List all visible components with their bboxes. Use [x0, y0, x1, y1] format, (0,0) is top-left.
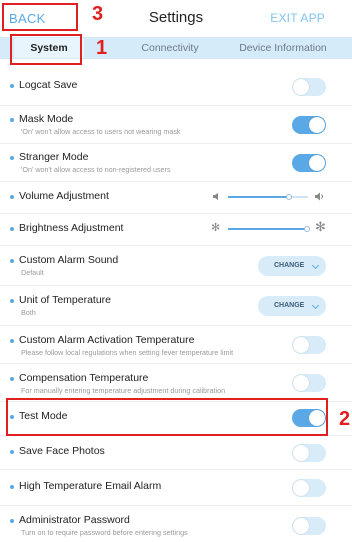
- tab-device-information[interactable]: Device Information: [228, 37, 338, 59]
- volume-slider-fill: [228, 196, 292, 198]
- toggle-knob: [309, 155, 325, 171]
- volume-slider-handle[interactable]: [286, 194, 292, 200]
- setting-description: For manually entering temperature adjust…: [21, 386, 226, 395]
- bullet-dot: [10, 485, 14, 489]
- bullet-dot: [10, 339, 14, 343]
- setting-label: Unit of Temperature: [19, 294, 112, 306]
- setting-label: Compensation Temperature: [19, 372, 149, 384]
- setting-label: High Temperature Email Alarm: [19, 480, 162, 492]
- bullet-dot: [10, 118, 14, 122]
- change-button-label: CHANGE: [274, 262, 305, 269]
- tab-connectivity[interactable]: Connectivity: [120, 37, 220, 59]
- setting-row-brightness: Brightness Adjustment ✻ ✻: [0, 214, 352, 246]
- setting-row-unit-of-temperature: Unit of Temperature Both CHANGE: [0, 286, 352, 326]
- bullet-dot: [10, 195, 14, 199]
- administrator-password-toggle[interactable]: [292, 517, 326, 535]
- change-alarm-sound-button[interactable]: CHANGE: [258, 256, 326, 276]
- setting-row-compensation-temperature: Compensation Temperature For manually en…: [0, 364, 352, 402]
- toggle-knob: [293, 79, 309, 95]
- setting-label: Stranger Mode: [19, 151, 89, 163]
- logcat-save-toggle[interactable]: [292, 78, 326, 96]
- change-button-label: CHANGE: [274, 302, 305, 309]
- compensation-temperature-toggle[interactable]: [292, 374, 326, 392]
- setting-description: Default: [21, 268, 44, 277]
- setting-label: Mask Mode: [19, 113, 74, 125]
- setting-label: Save Face Photos: [19, 445, 105, 457]
- alarm-activation-temperature-toggle[interactable]: [292, 336, 326, 354]
- setting-label: Brightness Adjustment: [19, 222, 124, 234]
- annotation-box-test-mode: [6, 398, 328, 436]
- bullet-dot: [10, 156, 14, 160]
- setting-label: Volume Adjustment: [19, 190, 109, 202]
- bullet-dot: [10, 84, 14, 88]
- setting-row-custom-alarm-sound: Custom Alarm Sound Default CHANGE: [0, 246, 352, 286]
- annotation-number-2: 2: [339, 408, 351, 430]
- brightness-slider-fill: [228, 228, 308, 230]
- speaker-high-icon: [315, 192, 323, 201]
- save-face-photos-toggle[interactable]: [292, 444, 326, 462]
- exit-app-button[interactable]: EXIT APP: [270, 11, 325, 25]
- chevron-down-icon: [311, 261, 320, 270]
- setting-description: Both: [21, 308, 36, 317]
- setting-row-stranger-mode: Stranger Mode 'On' won't allow access to…: [0, 144, 352, 182]
- sun-small-icon: ✻: [211, 222, 221, 234]
- setting-label: Logcat Save: [19, 79, 78, 91]
- setting-row-administrator-password: Administrator Password Turn on to requir…: [0, 506, 352, 542]
- setting-description: 'On' won't allow access to users not wea…: [21, 127, 181, 136]
- toggle-knob: [293, 518, 309, 534]
- setting-row-mask-mode: Mask Mode 'On' won't allow access to use…: [0, 106, 352, 144]
- sun-large-icon: ✻: [315, 219, 326, 234]
- toggle-knob: [293, 375, 309, 391]
- setting-row-save-face-photos: Save Face Photos: [0, 436, 352, 470]
- setting-label: Administrator Password: [19, 514, 130, 526]
- toggle-knob: [293, 480, 309, 496]
- chevron-down-icon: [311, 301, 320, 310]
- setting-description: 'On' won't allow access to non-registere…: [21, 165, 171, 174]
- toggle-knob: [293, 337, 309, 353]
- change-temperature-unit-button[interactable]: CHANGE: [258, 296, 326, 316]
- email-alarm-toggle[interactable]: [292, 479, 326, 497]
- setting-description: Turn on to require password before enter…: [21, 528, 188, 537]
- setting-description: Please follow local regulations when set…: [21, 348, 234, 357]
- setting-row-volume: Volume Adjustment: [0, 182, 352, 214]
- mask-mode-toggle[interactable]: [292, 116, 326, 134]
- setting-row-email-alarm: High Temperature Email Alarm: [0, 470, 352, 506]
- speaker-low-icon: [213, 193, 218, 200]
- bullet-dot: [10, 259, 14, 263]
- annotation-number-1: 1: [96, 37, 108, 59]
- stranger-mode-toggle[interactable]: [292, 154, 326, 172]
- setting-row-alarm-activation-temperature: Custom Alarm Activation Temperature Plea…: [0, 326, 352, 364]
- setting-label: Custom Alarm Activation Temperature: [19, 334, 195, 346]
- setting-row-logcat-save: Logcat Save: [0, 68, 352, 106]
- bullet-dot: [10, 227, 14, 231]
- volume-slider-rest: [292, 196, 308, 198]
- setting-label: Custom Alarm Sound: [19, 254, 119, 266]
- annotation-box-system-tab: [10, 34, 82, 65]
- bullet-dot: [10, 450, 14, 454]
- header: BACK 3 Settings EXIT APP: [0, 0, 352, 36]
- bullet-dot: [10, 299, 14, 303]
- bullet-dot: [10, 519, 14, 523]
- brightness-slider-handle[interactable]: [304, 226, 310, 232]
- toggle-knob: [293, 445, 309, 461]
- bullet-dot: [10, 377, 14, 381]
- toggle-knob: [309, 117, 325, 133]
